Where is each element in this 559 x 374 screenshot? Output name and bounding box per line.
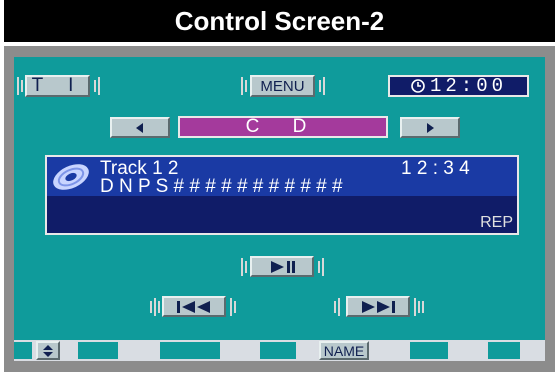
clock-icon xyxy=(411,79,425,93)
strip-seg xyxy=(160,342,220,359)
ti-button[interactable]: T I xyxy=(25,75,90,97)
ti-bars-left xyxy=(17,77,23,95)
play-pause-button[interactable] xyxy=(250,256,314,277)
skip-back-bars-right xyxy=(230,298,236,316)
skip-fwd-bars-left xyxy=(334,298,340,316)
skip-forward-icon xyxy=(362,300,395,313)
triangle-right-icon xyxy=(427,122,434,133)
name-button[interactable]: NAME xyxy=(319,341,369,360)
skip-forward-button[interactable] xyxy=(346,296,410,317)
dnps-text: D N P S # # # # # # # # # # # xyxy=(100,176,343,197)
menu-button[interactable]: MENU xyxy=(250,75,315,97)
control-screen: T I MENU 12:00 C D Track 1 2 1 2: 3 4 D… xyxy=(14,57,545,361)
track-time: 1 2 : 3 4 xyxy=(401,158,470,179)
source-label: C D xyxy=(178,116,388,138)
strip-seg xyxy=(78,342,118,359)
play-bars-right xyxy=(318,258,324,276)
source-next-button[interactable] xyxy=(400,117,460,138)
menu-bars-left xyxy=(241,77,247,95)
clock-time: 12:00 xyxy=(429,75,507,97)
up-down-button[interactable] xyxy=(36,341,60,360)
disc-icon xyxy=(53,164,89,190)
skip-fwd-bars-right xyxy=(414,298,424,316)
play-pause-icon xyxy=(271,260,295,273)
skip-back-button[interactable] xyxy=(162,296,226,317)
strip-seg xyxy=(260,342,296,359)
skip-back-bars-left xyxy=(150,298,160,316)
triangle-left-icon xyxy=(136,122,143,133)
up-down-arrow-icon xyxy=(43,344,53,357)
play-bars-left xyxy=(241,258,247,276)
bottom-function-strip: NAME xyxy=(14,340,545,361)
strip-seg xyxy=(410,342,448,359)
track-info-panel: Track 1 2 1 2 : 3 4 D N P S # # # # # # … xyxy=(45,155,519,235)
strip-seg xyxy=(14,342,32,359)
repeat-indicator: REP xyxy=(480,214,513,231)
skip-back-icon xyxy=(177,300,210,313)
source-prev-button[interactable] xyxy=(110,117,170,138)
device-frame: T I MENU 12:00 C D Track 1 2 1 2: 3 4 D… xyxy=(4,46,555,372)
strip-seg xyxy=(488,342,520,359)
page-title: Control Screen-2 xyxy=(4,0,555,42)
ti-bars-right xyxy=(94,77,100,95)
menu-bars-right xyxy=(319,77,325,95)
clock-display: 12:00 xyxy=(388,75,529,97)
